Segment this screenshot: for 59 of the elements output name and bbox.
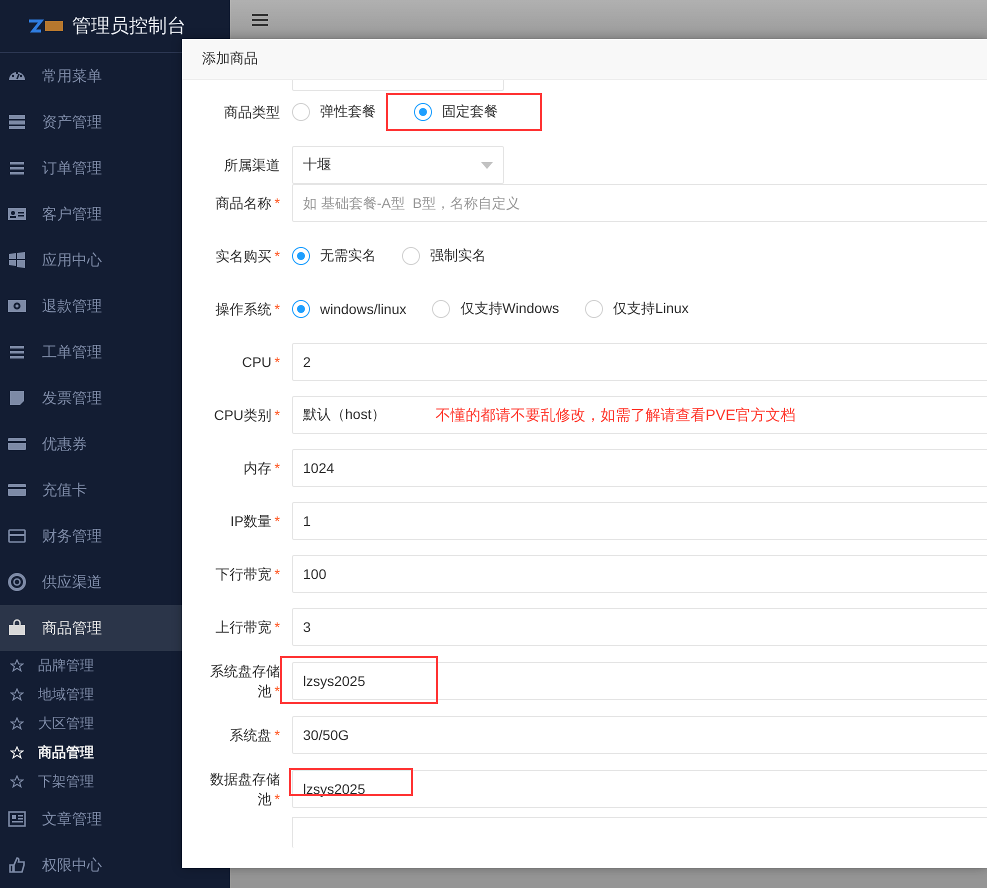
star-icon — [10, 658, 24, 672]
field-label: CPU * — [240, 353, 280, 372]
input-field[interactable]: 默认（host） 不懂的都请不要乱修改，如需了解请查看PVE官方文档 — [292, 396, 987, 434]
caret-icon — [481, 162, 493, 168]
input-field[interactable]: lzsys2025 — [292, 662, 987, 700]
star-icon — [10, 774, 24, 788]
field-label: 商品类型 — [223, 103, 280, 122]
input-field[interactable]: 30/50G — [292, 716, 987, 754]
thumb-icon — [8, 856, 26, 874]
star-icon — [10, 716, 24, 730]
submenu-item[interactable]: 大区管理 — [0, 709, 230, 738]
sidebar-item[interactable]: 工单管理 — [0, 329, 230, 375]
field-label: 内存 * — [242, 459, 280, 478]
lifebuoy-icon — [8, 573, 26, 591]
field-label: 操作系统 * — [214, 300, 280, 319]
dialog-title: 添加商品 — [182, 39, 987, 80]
input-field[interactable]: 如 基础套餐-A型 B型，名称自定义 — [292, 184, 987, 222]
field-label: 实名购买 * — [214, 247, 280, 266]
field-label: 下行带宽 * — [214, 565, 280, 584]
warning-note: 不懂的都请不要乱修改，如需了解请查看PVE官方文档 — [435, 406, 796, 424]
input-field[interactable]: 1 — [292, 502, 987, 540]
input-field[interactable]: 100 — [292, 555, 987, 593]
input-field[interactable] — [292, 80, 504, 91]
radio-option[interactable]: 无需实名 — [292, 247, 396, 265]
radio-option[interactable]: 仅支持Windows — [432, 300, 580, 318]
list-icon — [8, 343, 26, 361]
card-icon — [8, 527, 26, 545]
grid-icon — [8, 251, 26, 269]
radio-option[interactable]: windows/linux — [292, 300, 426, 318]
star-icon — [10, 746, 24, 760]
card-icon — [8, 435, 26, 453]
sidebar-item[interactable]: 充值卡 — [0, 467, 230, 513]
input-field[interactable]: lzsys2025 — [292, 770, 987, 808]
banknote-icon — [8, 297, 26, 315]
radio-option[interactable]: 仅支持Linux — [585, 300, 709, 318]
sidebar-item[interactable]: 权限中心 — [0, 842, 230, 888]
submenu-item[interactable]: 商品管理 — [0, 738, 230, 767]
select-field[interactable]: 十堰 — [292, 146, 504, 184]
server-icon — [8, 113, 26, 131]
bag-icon — [8, 619, 26, 637]
field-label: 所属渠道 — [223, 156, 280, 175]
field-label: 系统盘 * — [228, 726, 280, 745]
logo-icon — [28, 19, 64, 33]
id-card-icon — [8, 205, 26, 223]
input-field[interactable] — [292, 817, 987, 848]
input-field[interactable]: 3 — [292, 608, 987, 646]
card-icon — [8, 481, 26, 499]
list-icon — [8, 159, 26, 177]
star-icon — [10, 688, 24, 702]
field-label: IP数量 * — [229, 512, 280, 531]
note-icon — [8, 389, 26, 407]
newspaper-icon — [8, 810, 26, 828]
radio-option[interactable]: 强制实名 — [402, 247, 506, 265]
field-label: 商品名称 * — [214, 194, 280, 213]
menu-icon[interactable] — [252, 13, 268, 27]
app-title: 管理员控制台 — [72, 15, 186, 39]
input-field[interactable]: 1024 — [292, 449, 987, 487]
input-field[interactable]: 2 — [292, 343, 987, 381]
sidebar-item[interactable]: 财务管理 — [0, 513, 230, 559]
